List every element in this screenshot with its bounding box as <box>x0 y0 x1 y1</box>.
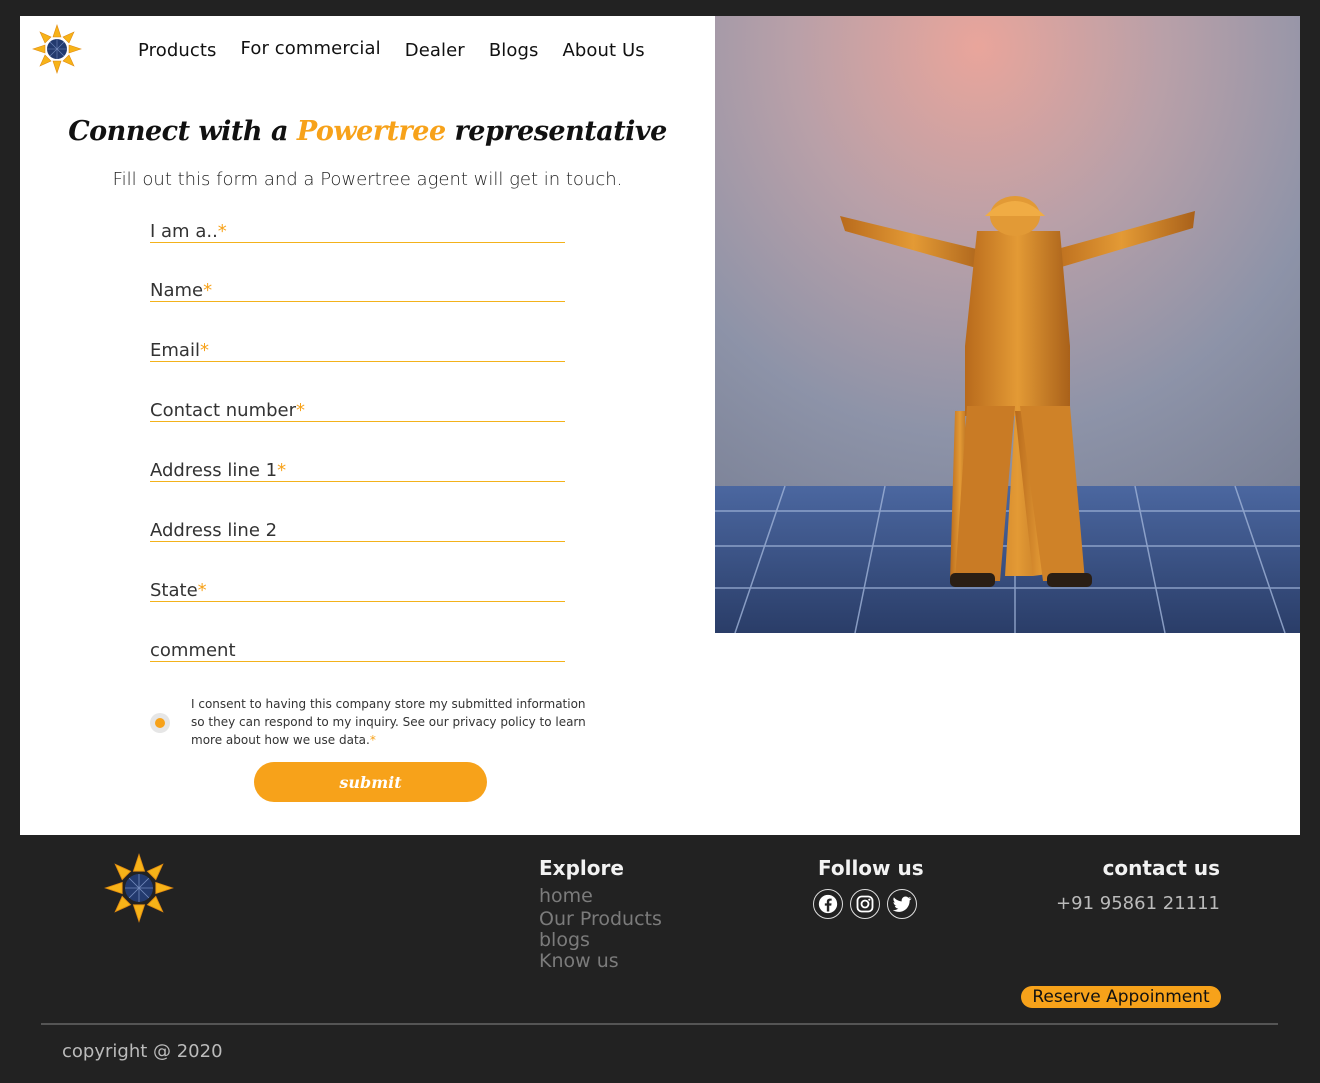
field-label: Address line 2 <box>150 520 278 541</box>
field-label: State* <box>150 580 207 601</box>
headline-brand: Powertree <box>296 116 446 147</box>
field-label: I am a..* <box>150 221 227 242</box>
footer-link-our-products[interactable]: Our Products <box>539 909 662 930</box>
contact-phone[interactable]: +91 95861 21111 <box>1056 893 1220 914</box>
consent-radio[interactable] <box>150 713 170 733</box>
field-email[interactable]: Email* <box>150 337 565 362</box>
nav-about-us[interactable]: About Us <box>562 40 644 61</box>
nav-products[interactable]: Products <box>138 40 217 61</box>
facebook-icon[interactable] <box>813 889 843 919</box>
copyright: copyright @ 2020 <box>62 1041 223 1062</box>
form-subhead: Fill out this form and a Powertree agent… <box>112 169 623 190</box>
instagram-icon[interactable] <box>850 889 880 919</box>
submit-button[interactable]: submit <box>254 762 487 802</box>
consent-text: I consent to having this company store m… <box>191 697 586 747</box>
nav-blogs[interactable]: Blogs <box>489 40 539 61</box>
field-comment[interactable]: comment <box>150 637 565 662</box>
field-i-am-a[interactable]: I am a..* <box>150 218 565 243</box>
field-label: Address line 1* <box>150 460 287 481</box>
form-headline: Connect with a Powertree representative <box>20 116 715 147</box>
field-label: Name* <box>150 280 213 301</box>
brand-logo[interactable] <box>32 24 82 78</box>
page-card: Products For commercial Dealer Blogs Abo… <box>20 16 1300 835</box>
field-address-line-1[interactable]: Address line 1* <box>150 457 565 482</box>
footer-link-home[interactable]: home <box>539 886 662 907</box>
nav-dealer[interactable]: Dealer <box>405 40 465 61</box>
footer-link-blogs[interactable]: blogs <box>539 930 662 951</box>
sunflower-logo-icon <box>104 853 174 923</box>
radio-dot <box>155 718 165 728</box>
footer-logo[interactable] <box>104 853 174 927</box>
nav-for-commercial[interactable]: For commercial <box>241 38 381 59</box>
footer-divider <box>41 1023 1278 1025</box>
field-label: Email* <box>150 340 209 361</box>
field-label: Contact number* <box>150 400 306 421</box>
top-nav: Products For commercial Dealer Blogs Abo… <box>138 38 669 62</box>
field-contact-number[interactable]: Contact number* <box>150 397 565 422</box>
field-address-line-2[interactable]: Address line 2 <box>150 517 565 542</box>
field-label: comment <box>150 640 236 661</box>
twitter-icon[interactable] <box>887 889 917 919</box>
headline-post: representative <box>445 116 668 147</box>
field-name[interactable]: Name* <box>150 277 565 302</box>
contact-heading: contact us <box>1102 856 1220 880</box>
solar-worker-illustration <box>715 16 1300 633</box>
sunflower-logo-icon <box>32 24 82 74</box>
field-state[interactable]: State* <box>150 577 565 602</box>
explore-heading: Explore <box>539 856 624 880</box>
footer-link-know-us[interactable]: Know us <box>539 951 662 972</box>
explore-links: home Our Products blogs Know us <box>539 886 662 972</box>
hero-image <box>715 16 1300 633</box>
follow-heading: Follow us <box>818 856 924 880</box>
headline-pre: Connect with a <box>68 116 297 147</box>
reserve-appointment-button[interactable]: Reserve Appoinment <box>1021 986 1221 1008</box>
